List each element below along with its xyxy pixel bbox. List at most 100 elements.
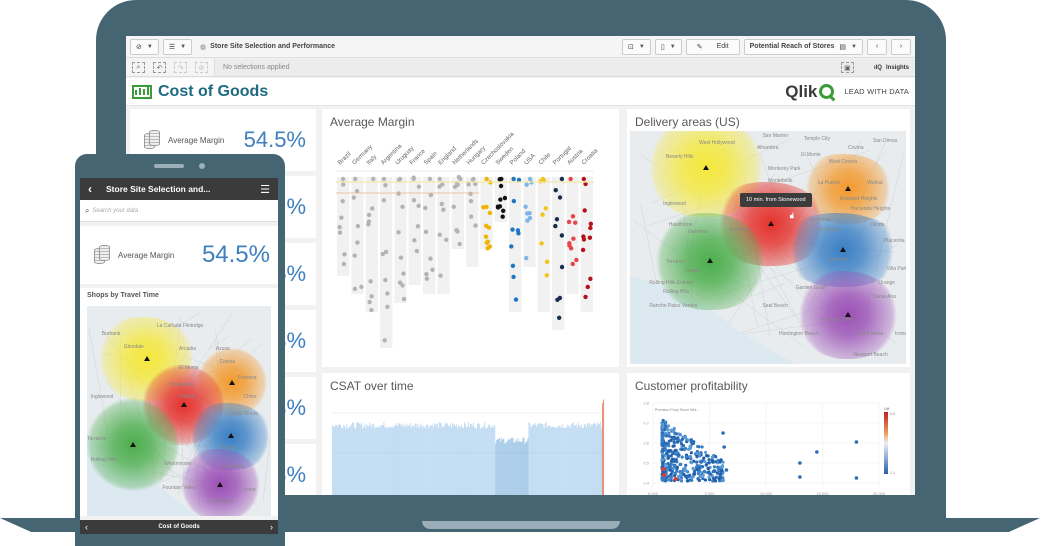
selections-tool-icon[interactable]: ▣ [840, 62, 854, 73]
csat-bar [466, 426, 469, 495]
data-point [544, 273, 549, 278]
data-point [571, 236, 576, 241]
store-marker-icon[interactable] [839, 246, 846, 252]
town-label: Covina [219, 358, 236, 365]
data-point [689, 438, 693, 442]
town-label: Orange [219, 444, 237, 451]
next-sheet-button[interactable]: › [891, 38, 911, 55]
csat-bar [401, 423, 403, 495]
next-sheet-icon[interactable]: › [270, 522, 273, 532]
mobile-map-panel[interactable]: Shops by Travel Time La Cañada Flintridg… [80, 288, 278, 516]
data-point [423, 205, 428, 211]
csat-bar [415, 423, 417, 495]
csat-bar [461, 426, 464, 495]
csat-panel[interactable]: CSAT over time [322, 373, 619, 495]
mobile-search-input[interactable]: ⌕ Search your data [80, 200, 278, 222]
csat-bar [402, 425, 404, 495]
customer-profitability-chart[interactable]: 0.8 0.7 0.6 0.5 0.4 0.000 5.000 10.000 15.000 20.… [627, 373, 910, 496]
town-label: Olinda [243, 411, 258, 417]
data-point [587, 235, 593, 240]
csat-bar [365, 428, 367, 495]
csat-bar [561, 424, 563, 495]
town-label: West Hollywood [699, 140, 735, 147]
data-point [588, 276, 593, 281]
csat-bar [371, 427, 373, 495]
csat-bar [430, 425, 432, 495]
average-margin-panel[interactable]: Average Margin Brazil Germany Italy Argenti… [322, 109, 619, 367]
store-marker-icon[interactable] [707, 258, 714, 264]
data-point [416, 203, 421, 209]
store-marker-icon[interactable] [767, 221, 774, 227]
csat-bar [488, 424, 490, 495]
mobile-screen: ‹ Store Site Selection and... ☰ ⌕ Search… [80, 178, 278, 534]
average-margin-chart[interactable]: BrazilGermanyItaly ArgentinaUruguayFrance… [322, 109, 619, 367]
prev-sheet-icon[interactable]: ‹ [85, 522, 88, 532]
data-point [718, 475, 722, 480]
csat-bar [537, 423, 539, 495]
town-label: Rolling Hills Estates [649, 280, 694, 287]
customer-profitability-panel[interactable]: Customer profitability 0.8 0.7 0.6 0.5 0.4 0.… [627, 373, 910, 495]
town-label: Burbank [101, 331, 121, 338]
csat-bar [344, 425, 346, 495]
mobile-kpi-card[interactable]: Average Margin 54.5% [80, 226, 278, 284]
csat-bar [349, 426, 351, 495]
csat-bar [418, 427, 420, 495]
step-forward-icon[interactable]: ↷ [174, 62, 187, 73]
town-label: Olinda [870, 221, 885, 228]
chevron-right-icon: › [899, 43, 903, 50]
csat-bar [472, 425, 474, 495]
data-point [712, 465, 717, 469]
store-marker-icon[interactable] [227, 433, 234, 439]
bookmark-button[interactable]: ▯ ▼ [654, 38, 682, 55]
previous-sheet-button[interactable]: ‹ [867, 38, 887, 55]
csat-bar [502, 439, 504, 495]
data-point [664, 431, 668, 435]
store-marker-icon[interactable] [702, 165, 709, 171]
story-button[interactable]: ⊡ ▼ [622, 38, 651, 55]
store-marker-icon[interactable] [845, 312, 852, 318]
csat-bar [594, 423, 596, 495]
category-band [380, 177, 393, 348]
insights-button[interactable]: ılQ Insights [868, 65, 915, 71]
csat-bar [462, 428, 465, 495]
store-marker-icon[interactable] [845, 186, 852, 192]
edit-button[interactable]: ✎ Edit [685, 38, 740, 55]
store-marker-icon[interactable] [180, 401, 187, 407]
town-label: Inglewood [663, 200, 686, 207]
csat-bar [517, 438, 519, 495]
data-point [553, 187, 558, 193]
store-marker-icon[interactable] [143, 355, 150, 361]
data-point [710, 455, 715, 459]
clear-selections-icon[interactable]: ⊘ [195, 62, 208, 73]
csat-chart[interactable] [322, 373, 619, 495]
data-point [684, 455, 688, 459]
sheet-selector[interactable]: Potential Reach of Stores ▤ ▼ [743, 38, 863, 55]
shops-travel-time-map[interactable]: La Cañada Flintridge Burbank Glendale Arcad… [87, 306, 271, 516]
delivery-areas-panel[interactable]: Delivery areas (US) West Hollywood Beverl… [627, 109, 910, 367]
csat-bar [484, 422, 486, 495]
data-point [483, 234, 489, 239]
csat-bar [496, 439, 498, 495]
navigation-menu-button[interactable]: ⊘ ▼ [130, 38, 159, 55]
csat-bar [361, 422, 363, 495]
hamburger-menu-icon[interactable]: ☰ [260, 183, 270, 196]
store-marker-icon[interactable] [130, 441, 136, 447]
town-label: Newport Beach [853, 352, 888, 359]
data-point [497, 177, 502, 182]
delivery-areas-map[interactable]: West Hollywood Beverly Hills San Marino Tem… [630, 131, 906, 364]
smart-search-icon[interactable]: ⌕ [132, 62, 145, 73]
data-point [662, 473, 667, 477]
csat-bar [471, 424, 473, 495]
csat-bar [468, 422, 470, 495]
store-marker-icon[interactable] [217, 481, 224, 487]
csat-bar [515, 439, 517, 495]
csat-bar [575, 424, 577, 495]
town-label: San Marino [762, 133, 789, 140]
global-menu-button[interactable]: ☰ ▼ [162, 38, 193, 55]
csat-bar [542, 424, 544, 495]
data-point [511, 274, 516, 280]
store-marker-icon[interactable] [229, 379, 236, 385]
back-icon[interactable]: ‹ [88, 182, 92, 196]
town-label: San Dimas [872, 137, 898, 144]
step-back-icon[interactable]: ↶ [153, 62, 166, 73]
